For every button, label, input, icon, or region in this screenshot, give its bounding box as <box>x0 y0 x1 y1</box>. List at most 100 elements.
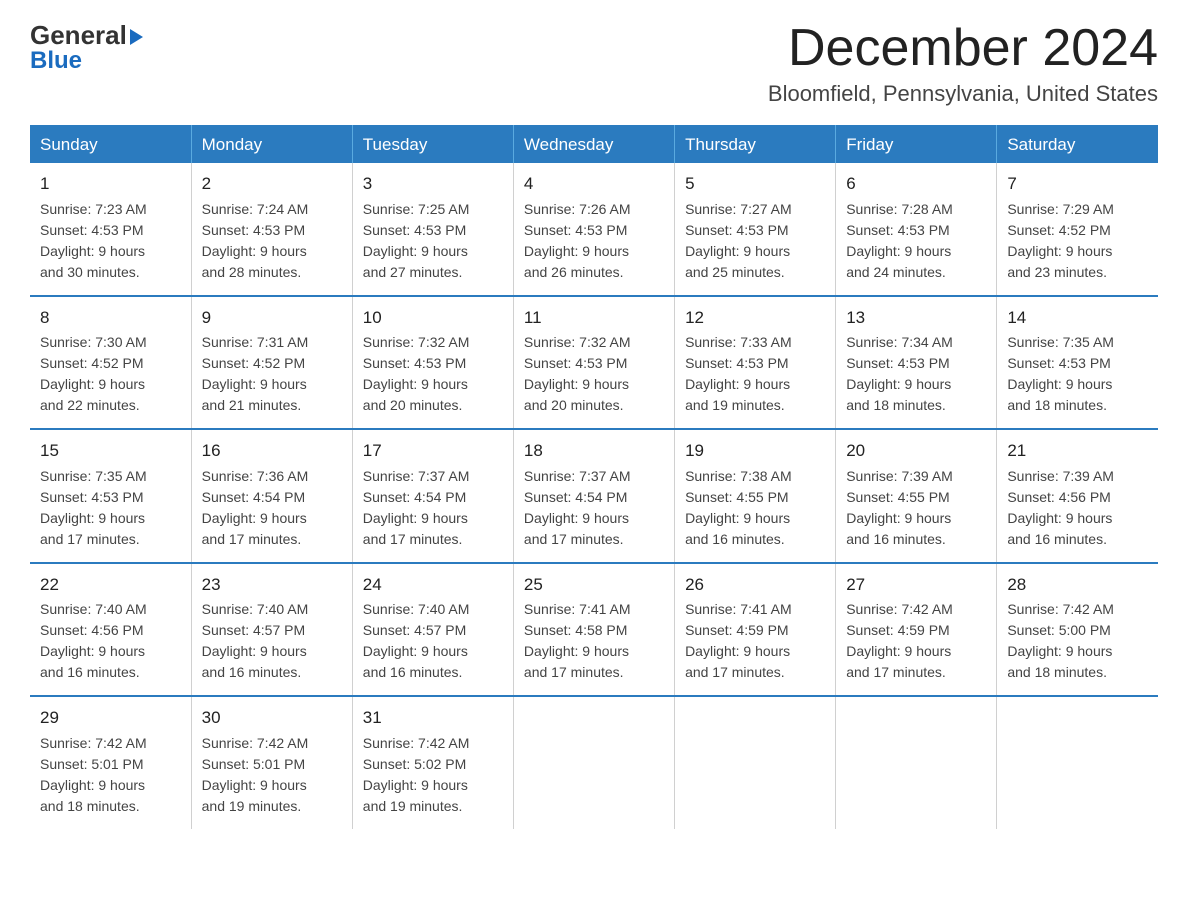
day-info: Sunrise: 7:28 AMSunset: 4:53 PMDaylight:… <box>846 199 986 283</box>
calendar-week-row: 29Sunrise: 7:42 AMSunset: 5:01 PMDayligh… <box>30 696 1158 829</box>
day-number: 9 <box>202 305 342 331</box>
calendar-day-cell: 29Sunrise: 7:42 AMSunset: 5:01 PMDayligh… <box>30 696 191 829</box>
calendar-day-cell: 18Sunrise: 7:37 AMSunset: 4:54 PMDayligh… <box>513 429 674 563</box>
page-header: General Blue December 2024 Bloomfield, P… <box>30 20 1158 107</box>
day-number: 5 <box>685 171 825 197</box>
logo: General Blue <box>30 20 143 75</box>
main-title: December 2024 <box>768 20 1158 77</box>
col-wednesday: Wednesday <box>513 125 674 163</box>
day-info: Sunrise: 7:35 AMSunset: 4:53 PMDaylight:… <box>1007 332 1148 416</box>
calendar-day-cell: 10Sunrise: 7:32 AMSunset: 4:53 PMDayligh… <box>352 296 513 430</box>
day-number: 24 <box>363 572 503 598</box>
day-info: Sunrise: 7:30 AMSunset: 4:52 PMDaylight:… <box>40 332 181 416</box>
day-info: Sunrise: 7:42 AMSunset: 5:00 PMDaylight:… <box>1007 599 1148 683</box>
day-info: Sunrise: 7:42 AMSunset: 5:01 PMDaylight:… <box>40 733 181 817</box>
calendar-day-cell: 22Sunrise: 7:40 AMSunset: 4:56 PMDayligh… <box>30 563 191 697</box>
title-block: December 2024 Bloomfield, Pennsylvania, … <box>768 20 1158 107</box>
day-info: Sunrise: 7:26 AMSunset: 4:53 PMDaylight:… <box>524 199 664 283</box>
calendar-day-cell: 16Sunrise: 7:36 AMSunset: 4:54 PMDayligh… <box>191 429 352 563</box>
col-saturday: Saturday <box>997 125 1158 163</box>
day-info: Sunrise: 7:42 AMSunset: 5:01 PMDaylight:… <box>202 733 342 817</box>
day-number: 1 <box>40 171 181 197</box>
calendar-day-cell: 24Sunrise: 7:40 AMSunset: 4:57 PMDayligh… <box>352 563 513 697</box>
calendar-week-row: 15Sunrise: 7:35 AMSunset: 4:53 PMDayligh… <box>30 429 1158 563</box>
col-monday: Monday <box>191 125 352 163</box>
calendar-day-cell: 19Sunrise: 7:38 AMSunset: 4:55 PMDayligh… <box>675 429 836 563</box>
col-friday: Friday <box>836 125 997 163</box>
day-number: 12 <box>685 305 825 331</box>
day-number: 14 <box>1007 305 1148 331</box>
day-number: 4 <box>524 171 664 197</box>
calendar-day-cell: 12Sunrise: 7:33 AMSunset: 4:53 PMDayligh… <box>675 296 836 430</box>
day-number: 15 <box>40 438 181 464</box>
calendar-day-cell: 17Sunrise: 7:37 AMSunset: 4:54 PMDayligh… <box>352 429 513 563</box>
calendar-table: Sunday Monday Tuesday Wednesday Thursday… <box>30 125 1158 829</box>
day-info: Sunrise: 7:36 AMSunset: 4:54 PMDaylight:… <box>202 466 342 550</box>
calendar-day-cell: 6Sunrise: 7:28 AMSunset: 4:53 PMDaylight… <box>836 163 997 296</box>
day-info: Sunrise: 7:33 AMSunset: 4:53 PMDaylight:… <box>685 332 825 416</box>
day-number: 31 <box>363 705 503 731</box>
day-info: Sunrise: 7:35 AMSunset: 4:53 PMDaylight:… <box>40 466 181 550</box>
calendar-day-cell: 3Sunrise: 7:25 AMSunset: 4:53 PMDaylight… <box>352 163 513 296</box>
day-info: Sunrise: 7:42 AMSunset: 5:02 PMDaylight:… <box>363 733 503 817</box>
logo-line2: Blue <box>30 47 82 75</box>
day-number: 3 <box>363 171 503 197</box>
day-info: Sunrise: 7:42 AMSunset: 4:59 PMDaylight:… <box>846 599 986 683</box>
day-info: Sunrise: 7:41 AMSunset: 4:58 PMDaylight:… <box>524 599 664 683</box>
day-number: 28 <box>1007 572 1148 598</box>
day-info: Sunrise: 7:24 AMSunset: 4:53 PMDaylight:… <box>202 199 342 283</box>
day-number: 18 <box>524 438 664 464</box>
day-info: Sunrise: 7:31 AMSunset: 4:52 PMDaylight:… <box>202 332 342 416</box>
day-info: Sunrise: 7:27 AMSunset: 4:53 PMDaylight:… <box>685 199 825 283</box>
calendar-day-cell: 27Sunrise: 7:42 AMSunset: 4:59 PMDayligh… <box>836 563 997 697</box>
day-number: 2 <box>202 171 342 197</box>
calendar-header: Sunday Monday Tuesday Wednesday Thursday… <box>30 125 1158 163</box>
calendar-day-cell: 13Sunrise: 7:34 AMSunset: 4:53 PMDayligh… <box>836 296 997 430</box>
day-number: 10 <box>363 305 503 331</box>
day-info: Sunrise: 7:23 AMSunset: 4:53 PMDaylight:… <box>40 199 181 283</box>
calendar-day-cell <box>997 696 1158 829</box>
calendar-day-cell <box>513 696 674 829</box>
day-number: 16 <box>202 438 342 464</box>
calendar-day-cell: 4Sunrise: 7:26 AMSunset: 4:53 PMDaylight… <box>513 163 674 296</box>
calendar-day-cell: 7Sunrise: 7:29 AMSunset: 4:52 PMDaylight… <box>997 163 1158 296</box>
calendar-day-cell: 26Sunrise: 7:41 AMSunset: 4:59 PMDayligh… <box>675 563 836 697</box>
day-info: Sunrise: 7:40 AMSunset: 4:56 PMDaylight:… <box>40 599 181 683</box>
calendar-day-cell: 11Sunrise: 7:32 AMSunset: 4:53 PMDayligh… <box>513 296 674 430</box>
day-info: Sunrise: 7:32 AMSunset: 4:53 PMDaylight:… <box>363 332 503 416</box>
day-number: 8 <box>40 305 181 331</box>
day-number: 23 <box>202 572 342 598</box>
day-number: 21 <box>1007 438 1148 464</box>
header-row: Sunday Monday Tuesday Wednesday Thursday… <box>30 125 1158 163</box>
day-info: Sunrise: 7:41 AMSunset: 4:59 PMDaylight:… <box>685 599 825 683</box>
calendar-week-row: 1Sunrise: 7:23 AMSunset: 4:53 PMDaylight… <box>30 163 1158 296</box>
day-info: Sunrise: 7:34 AMSunset: 4:53 PMDaylight:… <box>846 332 986 416</box>
subtitle: Bloomfield, Pennsylvania, United States <box>768 81 1158 107</box>
day-info: Sunrise: 7:37 AMSunset: 4:54 PMDaylight:… <box>524 466 664 550</box>
calendar-day-cell: 21Sunrise: 7:39 AMSunset: 4:56 PMDayligh… <box>997 429 1158 563</box>
calendar-day-cell: 1Sunrise: 7:23 AMSunset: 4:53 PMDaylight… <box>30 163 191 296</box>
day-info: Sunrise: 7:39 AMSunset: 4:56 PMDaylight:… <box>1007 466 1148 550</box>
day-number: 20 <box>846 438 986 464</box>
calendar-day-cell: 23Sunrise: 7:40 AMSunset: 4:57 PMDayligh… <box>191 563 352 697</box>
calendar-day-cell: 31Sunrise: 7:42 AMSunset: 5:02 PMDayligh… <box>352 696 513 829</box>
calendar-day-cell <box>675 696 836 829</box>
day-number: 13 <box>846 305 986 331</box>
day-number: 30 <box>202 705 342 731</box>
day-number: 25 <box>524 572 664 598</box>
calendar-day-cell: 15Sunrise: 7:35 AMSunset: 4:53 PMDayligh… <box>30 429 191 563</box>
day-info: Sunrise: 7:37 AMSunset: 4:54 PMDaylight:… <box>363 466 503 550</box>
calendar-body: 1Sunrise: 7:23 AMSunset: 4:53 PMDaylight… <box>30 163 1158 829</box>
calendar-day-cell: 5Sunrise: 7:27 AMSunset: 4:53 PMDaylight… <box>675 163 836 296</box>
day-info: Sunrise: 7:40 AMSunset: 4:57 PMDaylight:… <box>202 599 342 683</box>
calendar-day-cell: 9Sunrise: 7:31 AMSunset: 4:52 PMDaylight… <box>191 296 352 430</box>
day-number: 27 <box>846 572 986 598</box>
day-info: Sunrise: 7:32 AMSunset: 4:53 PMDaylight:… <box>524 332 664 416</box>
calendar-day-cell: 14Sunrise: 7:35 AMSunset: 4:53 PMDayligh… <box>997 296 1158 430</box>
day-number: 26 <box>685 572 825 598</box>
day-info: Sunrise: 7:25 AMSunset: 4:53 PMDaylight:… <box>363 199 503 283</box>
day-info: Sunrise: 7:38 AMSunset: 4:55 PMDaylight:… <box>685 466 825 550</box>
day-number: 11 <box>524 305 664 331</box>
calendar-day-cell: 20Sunrise: 7:39 AMSunset: 4:55 PMDayligh… <box>836 429 997 563</box>
day-info: Sunrise: 7:40 AMSunset: 4:57 PMDaylight:… <box>363 599 503 683</box>
